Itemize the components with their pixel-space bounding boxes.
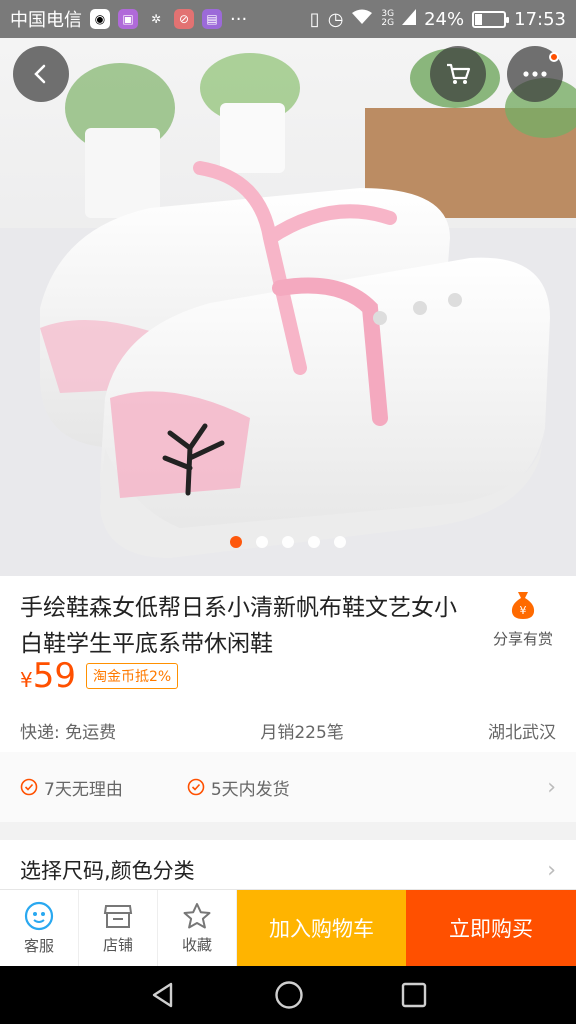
- more-notifications-icon: ···: [230, 8, 248, 30]
- monthly-sales: 月销225笔: [260, 723, 344, 743]
- product-title: 手绘鞋森女低帮日系小清新帆布鞋文艺女小白鞋学生平底系带休闲鞋: [20, 595, 457, 657]
- network-type: 3G 2G: [381, 9, 395, 28]
- cart-button[interactable]: [430, 46, 486, 102]
- favorite-button[interactable]: 收藏: [158, 890, 237, 966]
- svg-text:¥: ¥: [520, 604, 527, 617]
- select-sku-label: 选择尺码,颜色分类: [20, 859, 195, 883]
- notification-dot: [549, 52, 559, 62]
- service-guarantees[interactable]: 7天无理由 5天内发货 ›: [0, 752, 576, 822]
- settings-icon: ✲: [150, 12, 162, 26]
- share-reward-button[interactable]: ¥ 分享有赏: [488, 590, 558, 649]
- customer-service-icon: [24, 901, 54, 930]
- product-image-carousel[interactable]: [0, 38, 576, 576]
- back-button[interactable]: [13, 46, 69, 102]
- product-info: 手绘鞋森女低帮日系小清新帆布鞋文艺女小白鞋学生平底系带休闲鞋 ¥ 分享有赏 ¥5…: [0, 576, 576, 752]
- status-bar: 中国电信 ◉ ▣ ✲ ⊘ ▤ ··· ▯ ◷ 3G 2G 24% 17:53: [0, 0, 576, 38]
- check-circle-icon: [20, 778, 38, 796]
- pager-dot[interactable]: [230, 536, 242, 548]
- qq-icon: ◉: [90, 9, 110, 29]
- battery-icon: [472, 10, 510, 28]
- star-icon: [183, 902, 211, 928]
- guarantee-item: 7天无理由: [20, 775, 123, 800]
- back-triangle-icon[interactable]: [148, 980, 178, 1010]
- shop-button[interactable]: 店铺: [79, 890, 158, 966]
- price-currency: ¥: [20, 668, 33, 692]
- cart-icon: [447, 63, 471, 84]
- carousel-pager[interactable]: [0, 536, 576, 548]
- block-icon: ⊘: [174, 9, 194, 29]
- share-label: 分享有赏: [492, 630, 553, 648]
- seller-location: 湖北武汉: [488, 723, 556, 743]
- shipping-info: 快递: 免运费: [20, 723, 117, 743]
- buy-now-button[interactable]: 立即购买: [406, 890, 576, 966]
- gallery-icon: ▣: [118, 9, 138, 29]
- wifi-icon: [351, 9, 373, 30]
- add-to-cart-button[interactable]: 加入购物车: [237, 890, 406, 966]
- pager-dot[interactable]: [256, 536, 268, 548]
- price-row: ¥59 淘金币抵2%: [20, 656, 179, 696]
- pager-dot[interactable]: [308, 536, 320, 548]
- system-nav-bar: [0, 966, 576, 1024]
- more-dots-icon: [523, 71, 547, 77]
- recents-square-icon[interactable]: [400, 981, 428, 1009]
- signal-icon: [402, 8, 417, 30]
- message-icon: ▤: [202, 9, 222, 29]
- customer-service-button[interactable]: 客服: [0, 890, 79, 966]
- product-photo: [0, 38, 576, 576]
- clock: 17:53: [514, 8, 566, 30]
- guarantee-item: 5天内发货: [187, 775, 290, 800]
- pager-dot[interactable]: [334, 536, 346, 548]
- pager-dot[interactable]: [282, 536, 294, 548]
- bottom-action-bar: 客服 店铺 收藏 加入购物车 立即购买: [0, 889, 576, 966]
- chevron-left-icon: [34, 64, 46, 84]
- chevron-right-icon: ›: [547, 857, 556, 883]
- battery-percent: 24%: [424, 8, 465, 30]
- more-button[interactable]: [507, 46, 563, 102]
- vibrate-icon: ▯: [309, 8, 320, 30]
- home-circle-icon[interactable]: [273, 979, 305, 1011]
- price-value: 59: [32, 656, 76, 696]
- carrier-label: 中国电信: [10, 10, 82, 31]
- money-bag-icon: ¥: [511, 592, 535, 619]
- chevron-right-icon: ›: [547, 774, 556, 800]
- check-circle-icon: [187, 778, 205, 796]
- shop-icon: [103, 904, 133, 928]
- alarm-icon: ◷: [327, 8, 344, 30]
- meta-row: 快递: 免运费 月销225笔 湖北武汉: [20, 718, 556, 743]
- coin-discount-tag: 淘金币抵2%: [86, 663, 179, 689]
